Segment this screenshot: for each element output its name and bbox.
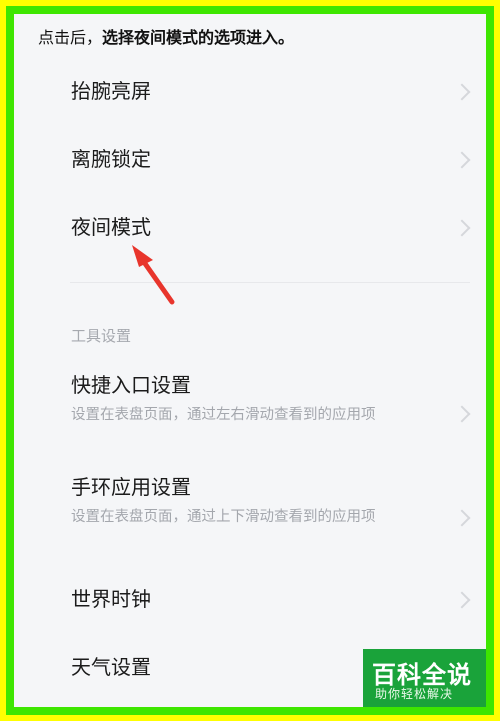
setting-item-label: 世界时钟 — [71, 587, 151, 611]
setting-item-label: 天气设置 — [71, 655, 151, 679]
setting-item-world-clock[interactable]: 世界时钟 — [14, 576, 486, 624]
setting-item-description: 设置在表盘页面，通过左右滑动查看到的应用项 — [71, 407, 376, 423]
annotation-arrow-shaft — [136, 252, 175, 305]
chevron-right-icon — [453, 219, 471, 237]
setting-item-raise-wrist[interactable]: 抬腕亮屏 — [14, 66, 486, 114]
watermark-logo: 百科全说 助你轻松解决 — [363, 649, 486, 707]
instruction-caption: 点击后，选择夜间模式的选项进入。 — [38, 24, 478, 50]
watermark-subtitle: 助你轻松解决 — [375, 687, 454, 701]
chevron-right-icon — [453, 509, 471, 527]
caption-emphasis: 选择夜间模式的选项进入。 — [102, 28, 295, 47]
setting-item-night-mode[interactable]: 夜间模式 — [14, 202, 486, 250]
chevron-right-icon — [453, 405, 471, 423]
screenshot-frame: 点击后，选择夜间模式的选项进入。 抬腕亮屏 离腕锁定 夜间模式 工具设置 快捷入… — [0, 0, 500, 721]
setting-item-label: 离腕锁定 — [71, 147, 151, 171]
setting-item-description: 设置在表盘页面，通过上下滑动查看到的应用项 — [71, 509, 376, 525]
chevron-right-icon — [453, 151, 471, 169]
setting-item-label: 夜间模式 — [71, 215, 151, 239]
setting-item-band-apps[interactable]: 手环应用设置 设置在表盘页面，通过上下滑动查看到的应用项 — [14, 470, 486, 556]
caption-prefix: 点击后， — [38, 28, 103, 47]
setting-item-label: 快捷入口设置 — [71, 373, 191, 397]
setting-item-label: 抬腕亮屏 — [71, 79, 151, 103]
chevron-right-icon — [453, 591, 471, 609]
setting-item-off-wrist-lock[interactable]: 离腕锁定 — [14, 134, 486, 182]
chevron-right-icon — [453, 83, 471, 101]
setting-item-label: 手环应用设置 — [71, 475, 191, 499]
section-header-tools: 工具设置 — [71, 327, 132, 345]
setting-item-shortcut-entry[interactable]: 快捷入口设置 设置在表盘页面，通过左右滑动查看到的应用项 — [14, 366, 486, 452]
phone-screen: 点击后，选择夜间模式的选项进入。 抬腕亮屏 离腕锁定 夜间模式 工具设置 快捷入… — [6, 6, 494, 715]
section-divider — [70, 282, 470, 283]
